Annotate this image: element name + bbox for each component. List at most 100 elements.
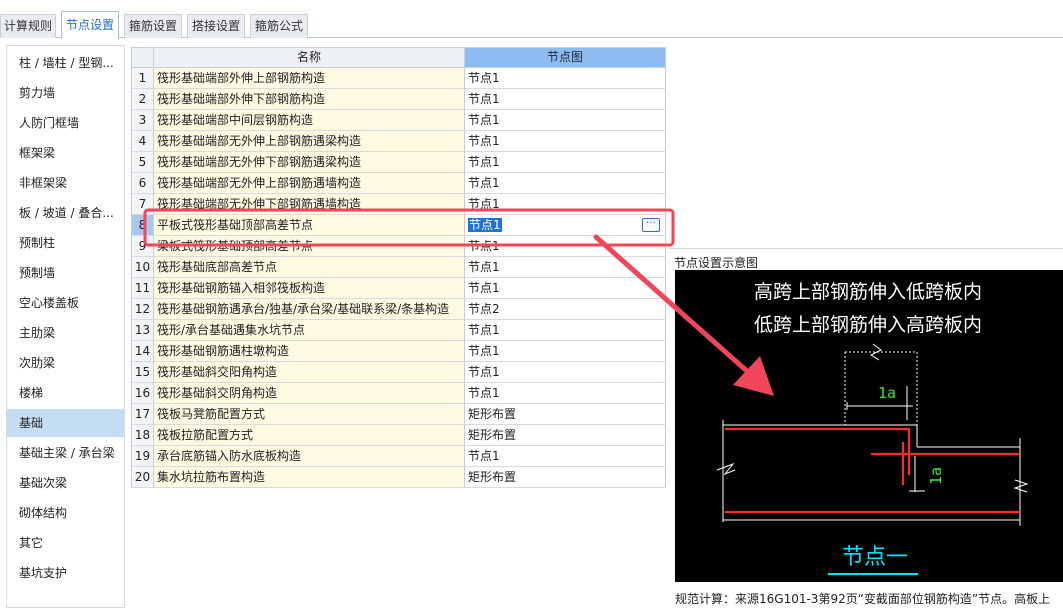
row-node-value[interactable]: 节点1 bbox=[465, 89, 666, 110]
row-number: 13 bbox=[132, 320, 154, 341]
sidebar-item-column[interactable]: 柱 / 墙柱 / 型钢... bbox=[7, 49, 124, 77]
table-row[interactable]: 2 筏形基础端部外伸下部钢筋构造 节点1 bbox=[132, 89, 667, 110]
row-name: 筏形基础端部中间层钢筋构造 bbox=[154, 110, 465, 131]
row-name: 筏形基础斜交阴角构造 bbox=[154, 383, 465, 404]
row-number: 10 bbox=[132, 257, 154, 278]
row-name: 筏形基础钢筋锚入相邻筏板构造 bbox=[154, 278, 465, 299]
row-name: 筏形基础钢筋遇承台/独基/承台梁/基础联系梁/条基构造 bbox=[154, 299, 465, 320]
table-row[interactable]: 3 筏形基础端部中间层钢筋构造 节点1 bbox=[132, 110, 667, 131]
row-name: 筏形基础端部无外伸上部钢筋遇梁构造 bbox=[154, 131, 465, 152]
sidebar-item-frame-beam[interactable]: 框架梁 bbox=[7, 139, 124, 167]
sidebar-item-foundation[interactable]: 基础 bbox=[7, 409, 124, 437]
row-node-value[interactable]: 节点1 bbox=[465, 341, 666, 362]
row-number: 15 bbox=[132, 362, 154, 383]
row-node-value[interactable]: 节点1 bbox=[465, 131, 666, 152]
node-diagram-canvas: 高跨上部钢筋伸入低跨板内 低跨上部钢筋伸入高跨板内 1a 1a 节点一 bbox=[675, 270, 1063, 582]
row-node-value[interactable]: 节点1 bbox=[465, 110, 666, 131]
sidebar-item-shear-wall[interactable]: 剪力墙 bbox=[7, 79, 124, 107]
table-row-selected[interactable]: 8 平板式筏形基础顶部高差节点 节点1 ··· bbox=[132, 215, 667, 236]
table-row[interactable]: 11 筏形基础钢筋锚入相邻筏板构造 节点1 bbox=[132, 278, 667, 299]
row-name: 筏形基础端部无外伸下部钢筋遇梁构造 bbox=[154, 152, 465, 173]
sidebar-item-stairs[interactable]: 楼梯 bbox=[7, 379, 124, 407]
row-node-value[interactable]: 节点1 bbox=[465, 194, 666, 215]
header-node-diagram[interactable]: 节点图 bbox=[465, 48, 666, 68]
row-node-value[interactable]: 节点2 bbox=[465, 299, 666, 320]
table-row[interactable]: 16 筏形基础斜交阴角构造 节点1 bbox=[132, 383, 667, 404]
header-name[interactable]: 名称 bbox=[154, 48, 465, 68]
row-name: 集水坑拉筋布置构造 bbox=[154, 467, 465, 488]
row-name: 筏形基础端部无外伸上部钢筋遇墙构造 bbox=[154, 173, 465, 194]
row-node-value[interactable]: 节点1 bbox=[465, 320, 666, 341]
row-number: 6 bbox=[132, 173, 154, 194]
row-number: 5 bbox=[132, 152, 154, 173]
row-node-value[interactable]: 节点1 bbox=[465, 278, 666, 299]
row-node-value[interactable]: 矩形布置 bbox=[465, 467, 666, 488]
tab-stirrup-settings[interactable]: 箍筋设置 bbox=[124, 14, 182, 38]
row-node-editor[interactable]: 节点1 ··· bbox=[465, 215, 666, 236]
table-row[interactable]: 12 筏形基础钢筋遇承台/独基/承台梁/基础联系梁/条基构造 节点2 bbox=[132, 299, 667, 320]
row-node-value[interactable]: 节点1 bbox=[465, 236, 666, 257]
row-number: 9 bbox=[132, 236, 154, 257]
row-node-value[interactable]: 节点1 bbox=[465, 257, 666, 278]
node-label: 节点一 bbox=[842, 545, 908, 570]
sidebar-item-civil-defense-door-wall[interactable]: 人防门框墙 bbox=[7, 109, 124, 137]
table-row[interactable]: 4 筏形基础端部无外伸上部钢筋遇梁构造 节点1 bbox=[132, 131, 667, 152]
row-node-value[interactable]: 矩形布置 bbox=[465, 425, 666, 446]
sidebar-item-non-frame-beam[interactable]: 非框架梁 bbox=[7, 169, 124, 197]
row-number: 14 bbox=[132, 341, 154, 362]
table-row[interactable]: 17 筏板马凳筋配置方式 矩形布置 bbox=[132, 404, 667, 425]
node-select-value[interactable]: 节点1 bbox=[468, 218, 502, 232]
sidebar-item-pit-support[interactable]: 基坑支护 bbox=[7, 559, 124, 587]
sidebar-item-slab-ramp[interactable]: 板 / 坡道 / 叠合... bbox=[7, 199, 124, 227]
row-node-value[interactable]: 节点1 bbox=[465, 173, 666, 194]
row-node-value[interactable]: 节点1 bbox=[465, 68, 666, 89]
row-number: 19 bbox=[132, 446, 154, 467]
row-name: 筏形基础钢筋遇柱墩构造 bbox=[154, 341, 465, 362]
tab-stirrup-formula[interactable]: 箍筋公式 bbox=[250, 14, 308, 38]
row-name: 梁板式筏形基础顶部高差节点 bbox=[154, 236, 465, 257]
row-number: 1 bbox=[132, 68, 154, 89]
row-node-value[interactable]: 节点1 bbox=[465, 383, 666, 404]
diagram-footnote: 规范计算：来源16G101-3第92页“变截面部位钢筋构造”节点。高板上 bbox=[675, 592, 1051, 606]
node-settings-table: 名称 节点图 1 筏形基础端部外伸上部钢筋构造 节点1 2 筏形基础端部外伸下部… bbox=[131, 47, 666, 488]
table-row[interactable]: 6 筏形基础端部无外伸上部钢筋遇墙构造 节点1 bbox=[132, 173, 667, 194]
diagram-title: 节点设置示意图 bbox=[674, 256, 759, 270]
row-node-value[interactable]: 节点1 bbox=[465, 446, 666, 467]
tab-lap-settings[interactable]: 搭接设置 bbox=[187, 14, 245, 38]
sidebar-item-other[interactable]: 其它 bbox=[7, 529, 124, 557]
sidebar-item-precast-column[interactable]: 预制柱 bbox=[7, 229, 124, 257]
table-header: 名称 节点图 bbox=[132, 48, 667, 68]
row-node-value[interactable]: 节点1 bbox=[465, 362, 666, 383]
table-row[interactable]: 9 梁板式筏形基础顶部高差节点 节点1 bbox=[132, 236, 667, 257]
table-row[interactable]: 20 集水坑拉筋布置构造 矩形布置 bbox=[132, 467, 667, 488]
header-row-number bbox=[132, 48, 154, 68]
sidebar-item-precast-wall[interactable]: 预制墙 bbox=[7, 259, 124, 287]
node-picker-button[interactable]: ··· bbox=[642, 217, 660, 232]
sidebar-item-foundation-secondary-beam[interactable]: 基础次梁 bbox=[7, 469, 124, 497]
table-row[interactable]: 15 筏形基础斜交阳角构造 节点1 bbox=[132, 362, 667, 383]
table-row[interactable]: 10 筏形基础底部高差节点 节点1 bbox=[132, 257, 667, 278]
sidebar-item-hollow-floor[interactable]: 空心楼盖板 bbox=[7, 289, 124, 317]
row-name: 承台底筋锚入防水底板构造 bbox=[154, 446, 465, 467]
row-number: 3 bbox=[132, 110, 154, 131]
row-node-value[interactable]: 节点1 bbox=[465, 152, 666, 173]
sidebar-item-secondary-rib-beam[interactable]: 次肋梁 bbox=[7, 349, 124, 377]
table-row[interactable]: 1 筏形基础端部外伸上部钢筋构造 节点1 bbox=[132, 68, 667, 89]
row-name: 筏板拉筋配置方式 bbox=[154, 425, 465, 446]
table-row[interactable]: 13 筏形/承台基础遇集水坑节点 节点1 bbox=[132, 320, 667, 341]
tab-node-settings[interactable]: 节点设置 bbox=[61, 11, 119, 39]
table-row[interactable]: 18 筏板拉筋配置方式 矩形布置 bbox=[132, 425, 667, 446]
diagram-line-2: 低跨上部钢筋伸入高跨板内 bbox=[754, 314, 982, 336]
sidebar-item-masonry[interactable]: 砌体结构 bbox=[7, 499, 124, 527]
sidebar-item-main-rib-beam[interactable]: 主肋梁 bbox=[7, 319, 124, 347]
row-node-value[interactable]: 矩形布置 bbox=[465, 404, 666, 425]
table-row[interactable]: 14 筏形基础钢筋遇柱墩构造 节点1 bbox=[132, 341, 667, 362]
table-row[interactable]: 19 承台底筋锚入防水底板构造 节点1 bbox=[132, 446, 667, 467]
table-row[interactable]: 7 筏形基础端部无外伸下部钢筋遇墙构造 节点1 bbox=[132, 194, 667, 215]
row-number: 20 bbox=[132, 467, 154, 488]
tab-calc-rules[interactable]: 计算规则 bbox=[0, 14, 56, 38]
table-row[interactable]: 5 筏形基础端部无外伸下部钢筋遇梁构造 节点1 bbox=[132, 152, 667, 173]
row-name: 平板式筏形基础顶部高差节点 bbox=[154, 215, 465, 236]
sidebar-item-foundation-main-beam[interactable]: 基础主梁 / 承台梁 bbox=[7, 439, 124, 467]
dim-label-horizontal: 1a bbox=[878, 384, 896, 402]
